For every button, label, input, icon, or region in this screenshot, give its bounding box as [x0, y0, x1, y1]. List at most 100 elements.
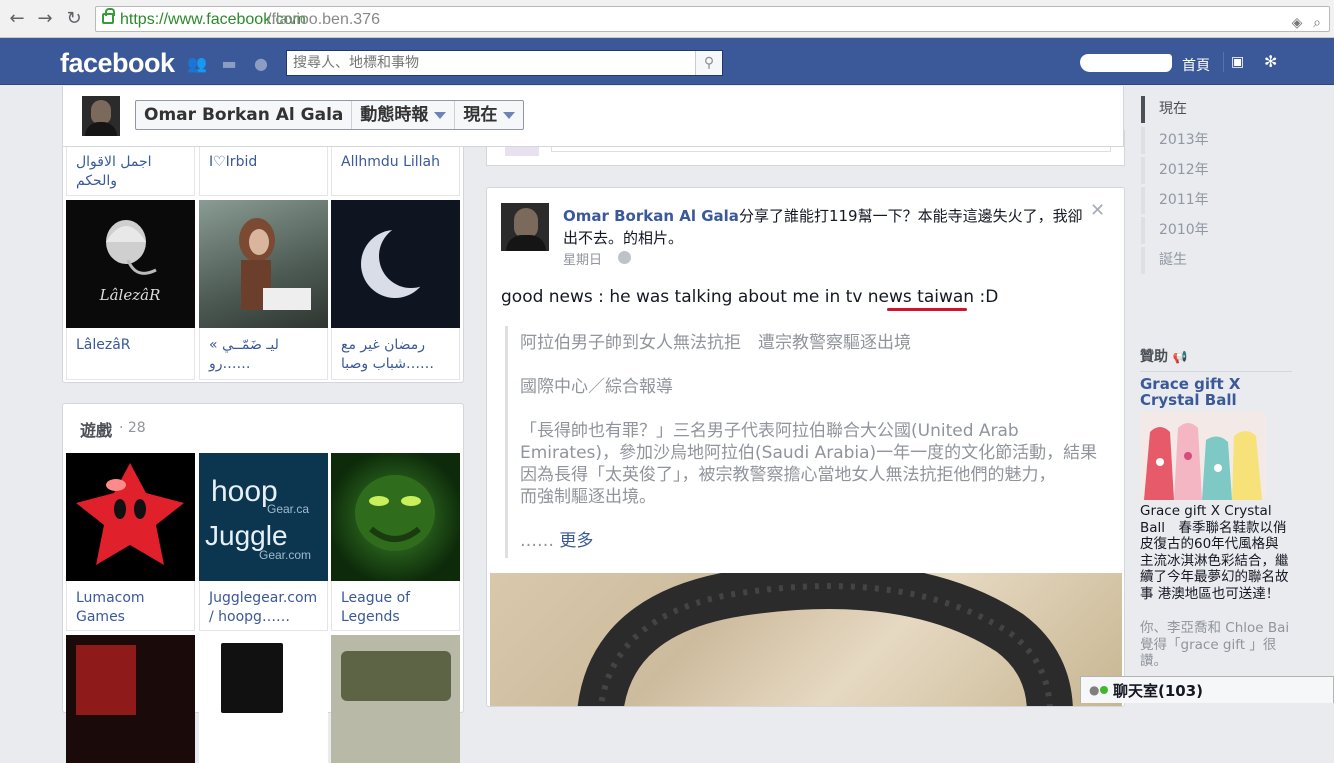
game-caption[interactable]: Lumacom Games: [67, 589, 167, 627]
timeline-year-2012[interactable]: 2012年: [1141, 157, 1251, 184]
games-title[interactable]: 遊戲: [80, 417, 112, 441]
settings-gear-icon[interactable]: ✻: [1264, 52, 1277, 71]
like-caption[interactable]: LâlezâR: [67, 336, 196, 355]
game-tile-lumacom[interactable]: [66, 453, 195, 581]
like-caption-card: اجمل الاقوال والحكم: [66, 147, 195, 196]
game-tile-league-of-legends[interactable]: [331, 453, 460, 581]
like-caption[interactable]: رمضان غير مع شباب وصبا……: [332, 336, 442, 374]
timeline-dropdown[interactable]: 動態時報: [352, 101, 456, 129]
timeline-year-now[interactable]: 現在: [1141, 96, 1251, 123]
like-caption-card: Allhmdu Lillah: [331, 147, 460, 196]
privacy-globe-icon[interactable]: [618, 251, 631, 264]
person-icon: ●: [1089, 683, 1100, 697]
quote-line: 阿拉伯男子帥到女人無法抗拒 遭宗教警察驅逐出境: [520, 333, 911, 353]
timeline-year-born[interactable]: 誕生: [1141, 247, 1251, 274]
browser-toolbar: ← → ↻ https://www.facebook.com /flavioo.…: [0, 0, 1334, 38]
woman-reading-image: [239, 218, 311, 310]
address-bar[interactable]: https://www.facebook.com /flavioo.ben.37…: [95, 6, 1330, 32]
facebook-logo[interactable]: facebook: [60, 48, 175, 79]
quote-line: Emirates)，參加沙烏地阿拉伯(Saudi Arabia)一年一度的文化節…: [520, 443, 1098, 463]
search-input[interactable]: [287, 51, 695, 75]
gearca-logo-text: Gear.ca: [267, 502, 309, 516]
search-box[interactable]: ⚲: [286, 50, 723, 76]
lock-icon: [102, 8, 115, 24]
game-tile-4[interactable]: [66, 635, 195, 763]
chevron-down-icon: [503, 111, 516, 119]
divider: [1140, 371, 1292, 372]
author-avatar[interactable]: [501, 203, 549, 251]
profile-avatar[interactable]: [82, 96, 120, 136]
now-label: 現在: [463, 105, 498, 125]
juggle-logo-text: Juggle: [205, 520, 288, 551]
quote-line: 國際中心／綜合報導: [520, 377, 673, 397]
ellipsis-text: ……: [520, 531, 554, 551]
ad-body-text: Grace gift X Crystal Ball 春季聯名鞋款以俏皮復古的60…: [1140, 503, 1289, 602]
profile-name-button[interactable]: Omar Borkan Al Gala: [136, 101, 353, 129]
see-more-row: …… 更多: [520, 530, 593, 552]
ad-title-link[interactable]: Grace gift X Crystal Ball: [1140, 376, 1290, 408]
search-icon[interactable]: ⚲: [695, 51, 722, 75]
game-tile-5[interactable]: [199, 635, 328, 763]
like-tile-crescent[interactable]: [331, 200, 460, 328]
quote-line: 「長得帥也有罪？」三名男子代表阿拉伯聯合大公國(United Arab: [520, 421, 1019, 441]
timeline-year-2011[interactable]: 2011年: [1141, 187, 1251, 214]
home-link[interactable]: 首頁: [1182, 55, 1210, 75]
translate-icon[interactable]: ◈: [1288, 10, 1306, 30]
hoopgear-logo-image: hoop Gear.ca Juggle Gear.com: [205, 475, 311, 562]
messages-icon[interactable]: ▬: [219, 54, 239, 73]
user-name-redacted[interactable]: [1080, 54, 1172, 72]
timeline-nav: Omar Borkan Al Gala 動態時報 現在: [135, 100, 525, 130]
timeline-year-2010[interactable]: 2010年: [1141, 217, 1251, 244]
timeline-year-2013[interactable]: 2013年: [1141, 127, 1251, 154]
like-caption-card: ليـ ضَمّــي » رو……: [199, 328, 328, 380]
now-dropdown[interactable]: 現在: [455, 101, 523, 129]
sponsored-heading: 贊助 📢: [1140, 346, 1188, 366]
like-caption[interactable]: اجمل الاقوال والحكم: [67, 153, 187, 191]
timeline-sticky-header: Omar Borkan Al Gala 動態時報 現在: [62, 86, 1124, 147]
ad-image[interactable]: [1140, 412, 1266, 501]
game-tile-jugglegear[interactable]: hoop Gear.ca Juggle Gear.com: [199, 453, 328, 581]
post-author-link[interactable]: Omar Borkan Al Gala: [563, 207, 739, 225]
like-caption[interactable]: ليـ ضَمّــي » رو……: [200, 336, 310, 374]
tulip-image: LâlezâR: [99, 220, 161, 304]
like-caption[interactable]: Allhmdu Lillah: [332, 153, 461, 172]
url-path: /flavioo.ben.376: [267, 11, 380, 28]
like-caption[interactable]: I♡Irbid: [200, 153, 329, 172]
back-icon[interactable]: ←: [6, 8, 28, 30]
game-caption[interactable]: Jugglegear.com / hoopg……: [200, 589, 320, 627]
divider: [1223, 52, 1224, 72]
chat-sidebar-tab[interactable]: ● 聊天室(103): [1080, 676, 1334, 703]
games-box: 遊戲 · 28 hoop Gear.ca Juggle Gear.com Lum…: [62, 403, 464, 763]
red-box-image: [76, 645, 136, 715]
online-dot-icon: [1100, 686, 1108, 694]
post-photo[interactable]: [490, 573, 1122, 706]
like-tile-lalezar[interactable]: LâlezâR: [66, 200, 195, 328]
post-timestamp[interactable]: 星期日: [563, 249, 602, 268]
like-tile-reading-woman[interactable]: [199, 200, 328, 328]
gearcom-logo-text: Gear.com: [259, 548, 311, 562]
like-caption-card: رمضان غير مع شباب وصبا……: [331, 328, 460, 380]
red-star-creature-image: [76, 463, 184, 565]
game-caption-card: Lumacom Games: [66, 581, 195, 631]
green-monster-image: [355, 475, 435, 551]
notifications-globe-icon[interactable]: ●: [251, 54, 271, 73]
game-tile-6[interactable]: [331, 635, 460, 763]
timeline-label: 動態時報: [360, 105, 429, 125]
bookmark-star-icon[interactable]: [1309, 10, 1327, 28]
ad-social-context: 你、李亞喬和 Chloe Bai 覺得「grace gift 」很讚。: [1140, 620, 1290, 669]
reload-icon[interactable]: ↻: [63, 8, 85, 30]
friend-requests-icon[interactable]: 👥: [187, 54, 207, 73]
forward-icon[interactable]: →: [34, 8, 56, 30]
crescent-moon-image: [361, 224, 443, 298]
like-caption-card: I♡Irbid: [199, 147, 328, 196]
tile-lalezar-text: LâlezâR: [99, 286, 161, 304]
game-caption-card: League of Legends: [331, 581, 460, 631]
like-caption-card: LâlezâR: [66, 328, 195, 380]
shoes-image: [1144, 423, 1262, 500]
games-count: · 28: [119, 420, 146, 436]
see-more-link[interactable]: 更多: [559, 531, 593, 551]
close-icon[interactable]: ✕: [1090, 200, 1105, 221]
game-caption[interactable]: League of Legends: [332, 589, 432, 627]
quote-line: 而強制驅逐出境。: [520, 487, 656, 507]
privacy-shortcuts-icon[interactable]: ▣: [1231, 54, 1244, 70]
